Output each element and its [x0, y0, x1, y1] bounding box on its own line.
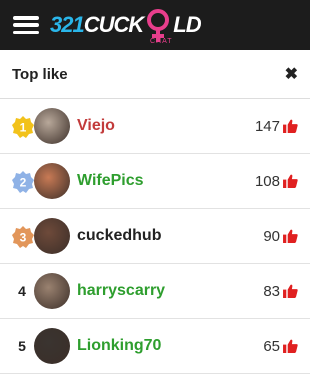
svg-text:3: 3: [20, 231, 27, 245]
top-like-list: 1 Viejo 147 2 WifePics 108 3 cuckedhub 90 4 harrys…: [0, 99, 310, 374]
avatar[interactable]: [34, 328, 70, 364]
thumbs-up-icon: [283, 229, 298, 243]
thumbs-up-icon: [283, 174, 298, 188]
avatar[interactable]: [34, 163, 70, 199]
close-icon[interactable]: ✖: [285, 64, 298, 84]
avatar[interactable]: [34, 108, 70, 144]
like-count: 90: [263, 227, 280, 245]
like-count: 147: [254, 117, 280, 135]
logo-word: CUCK: [83, 12, 145, 37]
menu-hamburger-icon[interactable]: [13, 16, 39, 34]
like-count: 83: [263, 282, 280, 300]
silver-medal-icon: 2: [12, 171, 34, 193]
logo-subtitle: CHAT: [150, 38, 173, 45]
username-link[interactable]: Viejo: [77, 117, 115, 135]
logo-number: 321: [50, 12, 85, 37]
thumbs-up-icon: [283, 119, 298, 133]
rank-number: 5: [18, 338, 26, 354]
username-link[interactable]: cuckedhub: [77, 227, 161, 245]
panel-header: Top like ✖: [0, 50, 310, 99]
username-link[interactable]: WifePics: [77, 172, 144, 190]
thumbs-up-icon: [283, 284, 298, 298]
rank-number: 4: [18, 283, 26, 299]
panel-title: Top like: [12, 65, 68, 83]
list-item[interactable]: 2 WifePics 108: [0, 154, 310, 209]
avatar[interactable]: [34, 273, 70, 309]
avatar[interactable]: [34, 218, 70, 254]
top-navbar: 321 CUCK LD CHAT: [0, 0, 310, 50]
svg-text:1: 1: [20, 121, 27, 135]
list-item[interactable]: 4 harryscarry 83: [0, 264, 310, 319]
site-logo[interactable]: 321 CUCK LD CHAT: [50, 9, 202, 46]
list-item[interactable]: 1 Viejo 147: [0, 99, 310, 154]
like-count: 108: [254, 172, 280, 190]
username-link[interactable]: harryscarry: [77, 282, 165, 300]
username-link[interactable]: Lionking70: [77, 337, 161, 355]
like-count: 65: [263, 337, 280, 355]
svg-text:2: 2: [20, 176, 27, 190]
list-item[interactable]: 3 cuckedhub 90: [0, 209, 310, 264]
gold-medal-icon: 1: [12, 116, 34, 138]
logo-tail: LD: [173, 12, 201, 37]
bronze-medal-icon: 3: [12, 226, 34, 248]
thumbs-up-icon: [283, 339, 298, 353]
